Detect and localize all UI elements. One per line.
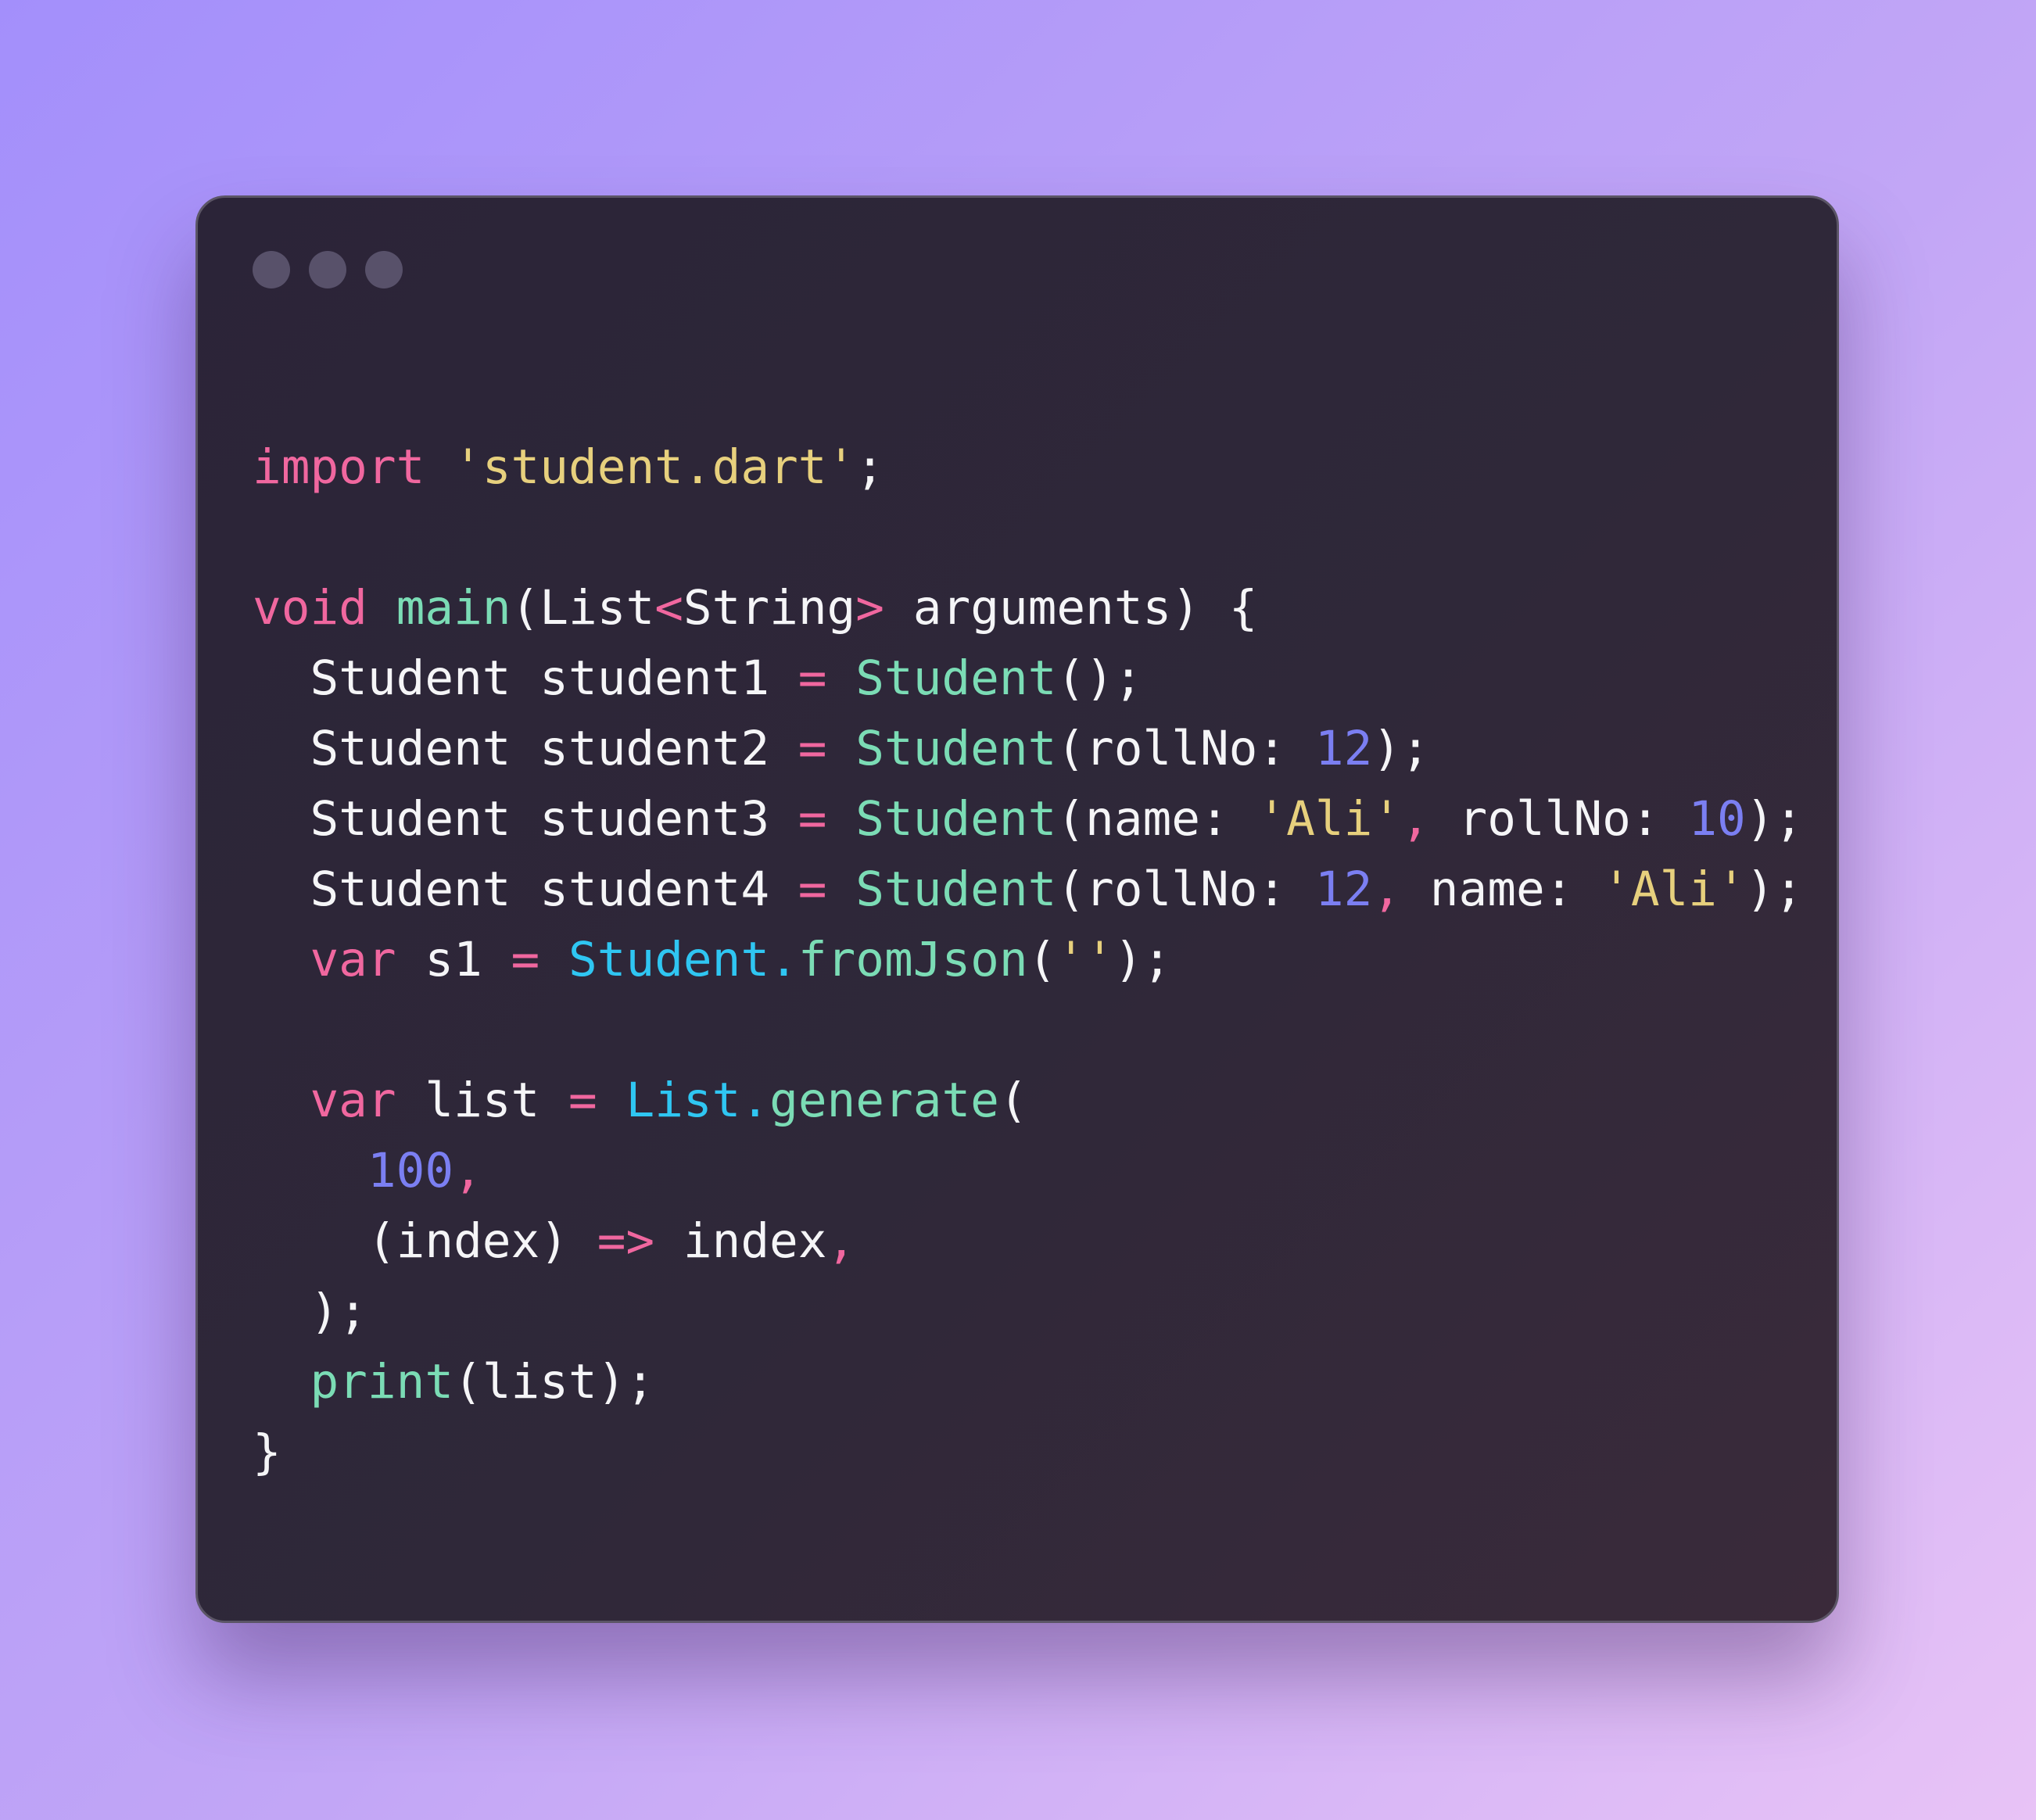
code-token-str: 'student.dart' (453, 439, 856, 495)
code-token-fn: Student (855, 791, 1057, 847)
code-line: Student student3 = Student(name: 'Ali', … (253, 784, 1803, 854)
code-token-txt: ; (855, 439, 884, 495)
code-token-txt: ); (1372, 721, 1430, 776)
code-token-fn: generate (769, 1073, 999, 1128)
code-line: } (253, 1417, 281, 1488)
code-token-str: '' (1056, 932, 1114, 987)
code-token-fn: main (396, 580, 511, 636)
code-token-txt: Student student1 (253, 650, 798, 706)
code-token-op: => (597, 1213, 655, 1269)
code-line: 100, (253, 1136, 482, 1206)
window-dot-3[interactable] (365, 251, 403, 288)
code-token-str: 'Ali' (1602, 862, 1746, 917)
code-token-fn: fromJson (798, 932, 1028, 987)
code-token-num: 12 (1314, 862, 1373, 917)
code-token-txt: ( (1027, 932, 1057, 987)
code-token-txt: name: (1401, 862, 1603, 917)
window-dot-2[interactable] (309, 251, 346, 288)
code-token-txt: String (683, 580, 856, 636)
code-token-txt: } (253, 1424, 281, 1480)
code-token-txt: Student student3 (253, 791, 798, 847)
code-token-op: = (798, 862, 827, 917)
code-token-txt: Student student2 (253, 721, 798, 776)
code-token-txt: ); (1113, 932, 1172, 987)
code-token-num: 12 (1314, 721, 1373, 776)
code-token-txt: ); (1745, 791, 1804, 847)
code-line: print(list); (253, 1347, 654, 1417)
code-token-txt: rollNo: (1429, 791, 1689, 847)
code-token-op: < (654, 580, 683, 636)
code-line: void main(List<String> arguments) { (253, 573, 1257, 643)
code-token-op: , (1372, 862, 1402, 917)
code-line: var s1 = Student.fromJson(''); (253, 925, 1171, 995)
code-token-txt: (List (511, 580, 655, 636)
code-token-txt: s1 (396, 932, 511, 987)
code-token-txt: (rollNo: (1056, 721, 1315, 776)
code-token-op: , (826, 1213, 856, 1269)
code-token-fn: Student (855, 650, 1057, 706)
code-line: ); (253, 1277, 367, 1347)
code-token-fn: Student (855, 862, 1057, 917)
code-token-txt: list (396, 1073, 568, 1128)
code-token-txt: (); (1056, 650, 1143, 706)
code-token-txt: Student student4 (253, 862, 798, 917)
code-token-cls: List. (625, 1073, 770, 1128)
code-token-txt: (list); (453, 1354, 655, 1410)
code-token-op: = (798, 721, 827, 776)
code-token-num: 10 (1688, 791, 1746, 847)
code-window: import 'student.dart'; void main(List<Str… (195, 195, 1839, 1623)
code-token-op: = (568, 1073, 597, 1128)
code-token-op: > (855, 580, 885, 636)
code-token-txt: ); (253, 1284, 367, 1339)
code-token-op: , (1401, 791, 1430, 847)
code-line: Student student2 = Student(rollNo: 12); (253, 714, 1430, 784)
code-token-kw: var (310, 1073, 396, 1128)
code-token-txt: index (654, 1213, 827, 1269)
code-token-txt: ( (998, 1073, 1028, 1128)
code-line: import 'student.dart'; (253, 432, 884, 503)
code-token-kw: void (253, 580, 367, 636)
code-token-op: = (798, 650, 827, 706)
code-line: Student student1 = Student(); (253, 643, 1143, 714)
code-token-fn: print (310, 1354, 454, 1410)
window-dot-1[interactable] (253, 251, 290, 288)
code-token-fn: Student (855, 721, 1057, 776)
code-token-cls: Student. (568, 932, 798, 987)
code-token-txt: (index) (253, 1213, 597, 1269)
code-line: Student student4 = Student(rollNo: 12, n… (253, 854, 1803, 925)
code-token-txt: (name: (1056, 791, 1258, 847)
code-token-str: 'Ali' (1257, 791, 1402, 847)
code-token-op: = (511, 932, 540, 987)
code-line: var list = List.generate( (253, 1066, 1028, 1136)
code-token-txt: arguments) { (884, 580, 1258, 636)
code-token-op: , (453, 1143, 482, 1198)
code-token-num: 100 (367, 1143, 454, 1198)
code-line: (index) => index, (253, 1206, 855, 1277)
code-token-txt: (rollNo: (1056, 862, 1315, 917)
code-token-op: = (798, 791, 827, 847)
code-token-kw: import (253, 439, 425, 495)
code-token-kw: var (310, 932, 396, 987)
code-token-txt: ); (1745, 862, 1804, 917)
